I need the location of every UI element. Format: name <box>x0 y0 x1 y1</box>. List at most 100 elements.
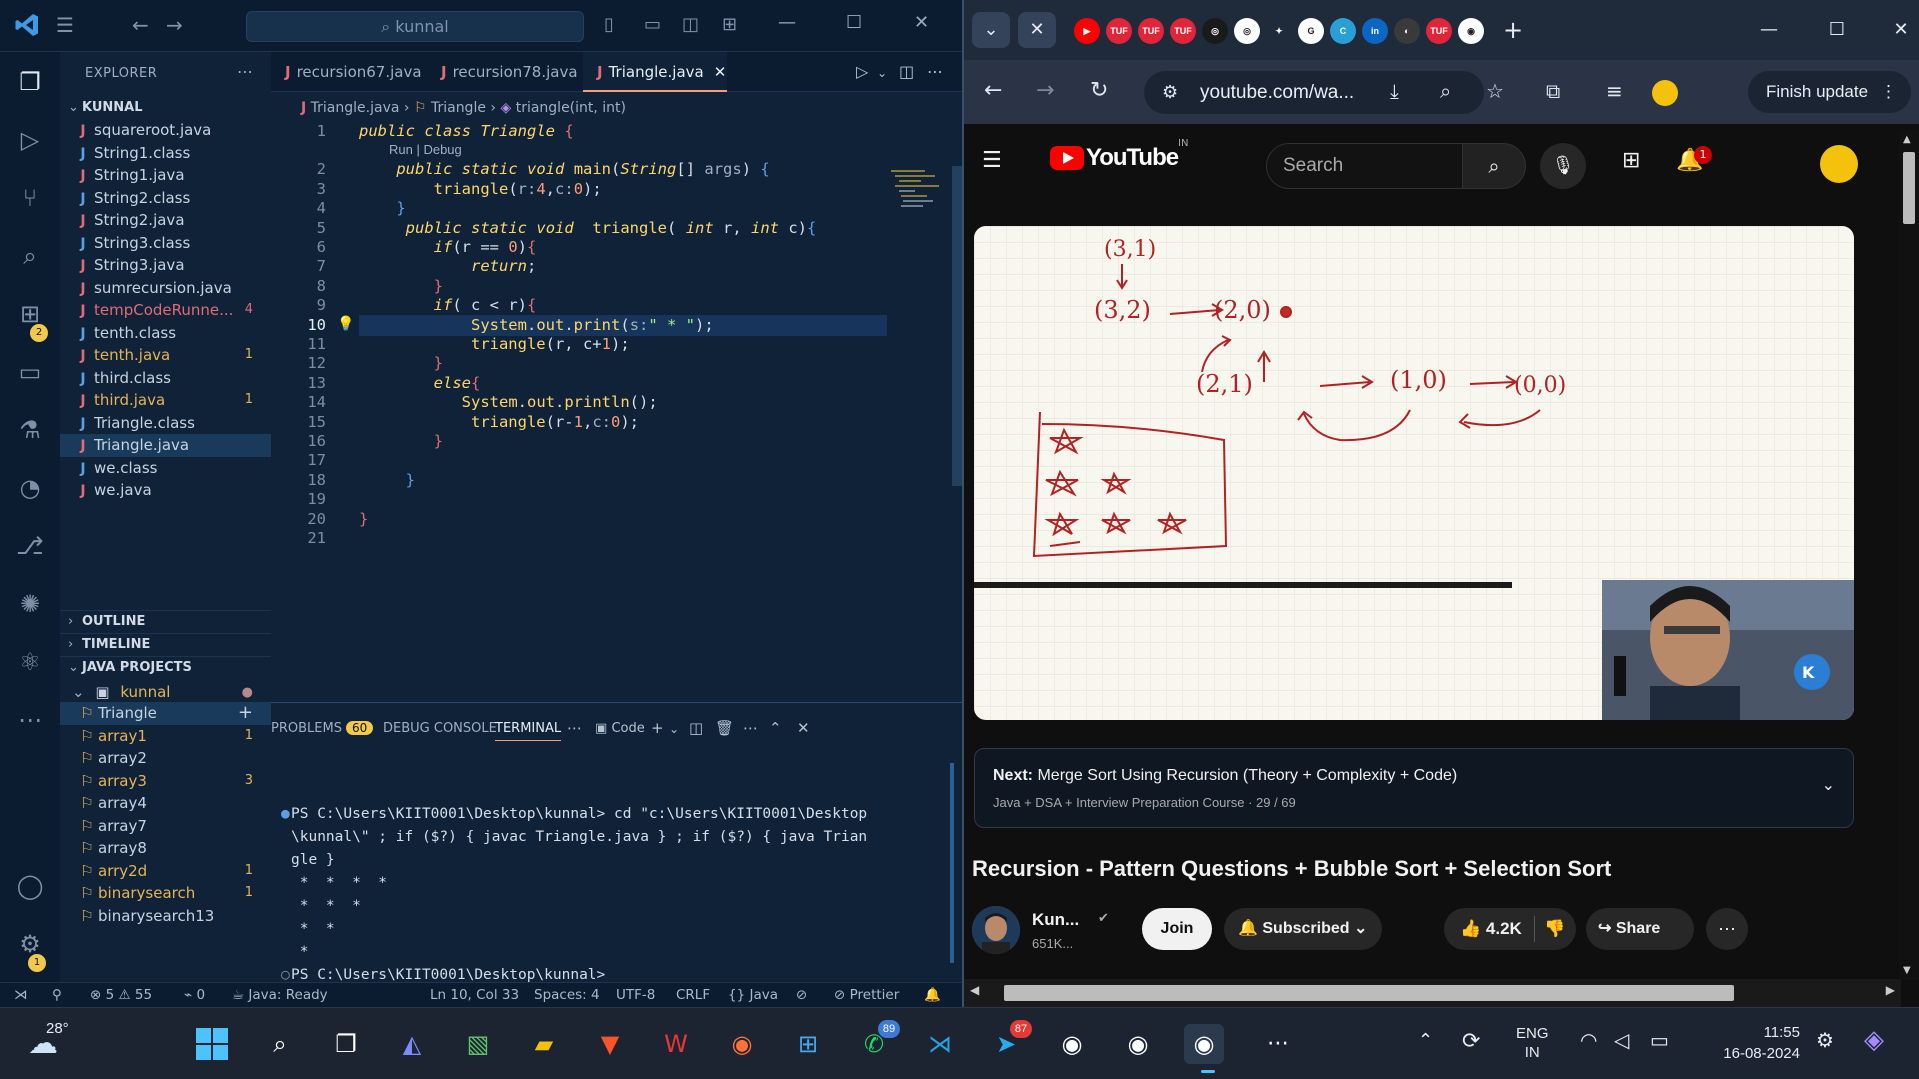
search-icon[interactable]: ⌕ <box>14 240 46 272</box>
scroll-down-icon[interactable]: ▼ <box>1903 965 1911 976</box>
back-arrow-icon[interactable]: ← <box>132 14 149 36</box>
accounts-icon[interactable]: ◯ <box>14 870 46 902</box>
tuf-tab-favicon-icon[interactable]: TUF <box>1426 18 1452 44</box>
project-item[interactable]: ⚐ array7 <box>60 815 271 838</box>
more-icon[interactable]: ⋯ <box>14 704 46 736</box>
editor-scrollbar[interactable] <box>952 166 962 486</box>
volume-icon[interactable]: ◁ <box>1614 1028 1629 1053</box>
tab-search-chevron-icon[interactable]: ⌄ <box>972 12 1010 48</box>
language-mode[interactable]: {} Java <box>728 987 778 1003</box>
site-info-icon[interactable]: ⚙ <box>1162 82 1178 103</box>
file-item[interactable]: Jthird.java 1 <box>60 389 271 412</box>
thumbs-down-icon[interactable]: 👎 <box>1544 908 1565 950</box>
media-controls-icon[interactable]: ≡ <box>1606 80 1623 102</box>
project-item[interactable]: ⚐ arry2d 1 <box>60 860 271 883</box>
chrome-profile-1-icon[interactable]: ◉ <box>1052 1024 1092 1064</box>
indentation[interactable]: Spaces: 4 <box>534 987 600 1003</box>
scroll-right-icon[interactable]: ▶ <box>1886 983 1895 997</box>
cursor-position[interactable]: Ln 10, Col 33 <box>430 987 519 1003</box>
horizontal-scrollbar[interactable]: ◀ ▶ <box>964 979 1901 1007</box>
vscode-taskbar-icon[interactable]: ⋊ <box>920 1024 960 1064</box>
channel-name[interactable]: Kun... <box>1032 910 1079 930</box>
firefox-icon[interactable]: ◉ <box>722 1024 762 1064</box>
outline-header[interactable]: › OUTLINE <box>60 610 271 632</box>
zoom-icon[interactable]: ⌕ <box>1440 80 1451 102</box>
breadcrumb-file[interactable]: Triangle.java <box>311 100 400 116</box>
forward-arrow-icon[interactable]: → <box>166 14 183 36</box>
tuf-tab-favicon-icon[interactable]: TUF <box>1170 18 1196 44</box>
youtube-logo[interactable]: YouTube IN <box>1050 138 1188 174</box>
project-item[interactable]: ⚐ binarysearch13 <box>60 905 271 928</box>
maximize-panel-icon[interactable]: ⌃ <box>769 719 782 737</box>
next-video-card[interactable]: Next: Merge Sort Using Recursion (Theory… <box>974 748 1854 828</box>
file-item[interactable]: Jwe.java <box>60 479 271 502</box>
java-status[interactable]: ☕ Java: Ready <box>232 987 328 1003</box>
timeline-header[interactable]: › TIMELINE <box>60 633 271 655</box>
battery-icon[interactable]: ▭ <box>1650 1028 1669 1053</box>
google-tab-favicon-icon[interactable]: G <box>1298 18 1324 44</box>
hamburger-menu-icon[interactable]: ☰ <box>982 148 1002 173</box>
tab-debug-console[interactable]: DEBUG CONSOLE <box>383 721 497 736</box>
subscribed-button[interactable]: 🔔 Subscribed ⌄ <box>1224 908 1382 950</box>
encoding[interactable]: UTF-8 <box>616 987 655 1003</box>
command-center-search[interactable]: ⌕ kunnal <box>246 11 584 42</box>
run-icon[interactable]: ▷ <box>856 62 868 81</box>
file-item[interactable]: Jthird.class <box>60 367 271 390</box>
file-explorer-icon[interactable]: ▰ <box>524 1024 564 1064</box>
file-item[interactable]: J String3.java <box>60 254 271 277</box>
close-active-tab-icon[interactable]: ✕ <box>1018 12 1056 48</box>
channel-avatar[interactable] <box>972 906 1020 954</box>
input-language[interactable]: ENG IN <box>1516 1024 1549 1062</box>
minimize-icon[interactable]: — <box>778 12 796 33</box>
remote-icon[interactable]: ⋊ <box>14 987 28 1003</box>
close-tab-icon[interactable]: ✕ <box>714 63 727 81</box>
youtube-search-button[interactable]: ⌕ <box>1462 143 1526 189</box>
chatgpt-tab-favicon-icon[interactable]: ◎ <box>1234 18 1260 44</box>
bookmark-star-icon[interactable]: ☆ <box>1486 80 1504 102</box>
more-actions-icon[interactable]: ⋯ <box>927 62 943 81</box>
task-view-icon[interactable]: ❐ <box>326 1024 366 1064</box>
more-options-icon[interactable]: ⋯ <box>1706 908 1748 950</box>
breadcrumb-method[interactable]: triangle(int, int) <box>516 100 626 116</box>
project-item[interactable]: ⚐ array3 3 <box>60 770 271 793</box>
toggle-panel-icon[interactable]: ▭ <box>644 14 661 36</box>
git-graph-icon[interactable]: ⎇ <box>14 530 46 562</box>
explorer-icon[interactable]: ❐ <box>14 66 46 98</box>
other-tab-favicon-icon[interactable]: ◐ <box>1394 18 1420 44</box>
profile-avatar[interactable] <box>1652 80 1678 106</box>
chevron-down-icon[interactable]: ⌄ <box>877 66 887 80</box>
address-bar[interactable]: ⚙ youtube.com/wa... <box>1144 71 1484 114</box>
project-item[interactable]: ⚐ Triangle + <box>60 702 271 725</box>
join-button[interactable]: Join <box>1142 908 1212 950</box>
file-item[interactable]: J String1.java <box>60 164 271 187</box>
close-icon[interactable]: ✕ <box>1886 12 1916 48</box>
java-projects-header[interactable]: ⌄ JAVA PROJECTS <box>60 656 271 678</box>
project-item[interactable]: ⚐ binarysearch 1 <box>60 882 271 905</box>
scrollbar-thumb[interactable] <box>1004 985 1734 1001</box>
copilot-icon[interactable]: ⊘ <box>796 987 807 1003</box>
prettier-status[interactable]: ⊘ Prettier <box>834 987 899 1003</box>
tab-terminal[interactable]: TERMINAL <box>495 721 562 741</box>
finish-update-button[interactable]: Finish update ⋮ <box>1748 71 1911 113</box>
photos-app-icon[interactable]: ▧ <box>458 1024 498 1064</box>
project-item[interactable]: ⚐ array4 <box>60 792 271 815</box>
close-panel-icon[interactable]: ✕ <box>797 719 810 737</box>
chatgpt-tab-favicon-icon[interactable]: ◎ <box>1202 18 1228 44</box>
clock[interactable]: 11:55 16-08-2024 <box>1700 1022 1800 1064</box>
file-item[interactable]: J String1.class <box>60 142 271 165</box>
new-terminal-icon[interactable]: + <box>651 719 664 737</box>
file-item[interactable]: J String2.class <box>60 187 271 210</box>
project-item[interactable]: ⚐ array8 <box>60 837 271 860</box>
chatgpt-icon[interactable]: ✺ <box>14 588 46 620</box>
maximize-icon[interactable]: ☐ <box>846 12 862 33</box>
copilot-icon[interactable]: ◈ <box>1864 1024 1884 1055</box>
file-item[interactable]: J Triangle.java <box>60 434 271 457</box>
vertical-scrollbar[interactable]: ▲ ▼ <box>1899 130 1919 980</box>
ports-status[interactable]: ⌁ 0 <box>184 987 205 1003</box>
youtube-search-input[interactable]: Search <box>1266 143 1462 189</box>
minimap[interactable] <box>889 166 949 226</box>
line-ending[interactable]: CRLF <box>676 987 710 1003</box>
extensions-puzzle-icon[interactable]: ⧉ <box>1546 80 1560 102</box>
voice-search-button[interactable]: 🎙 <box>1540 143 1586 189</box>
file-item[interactable]: J String3.class <box>60 232 271 255</box>
